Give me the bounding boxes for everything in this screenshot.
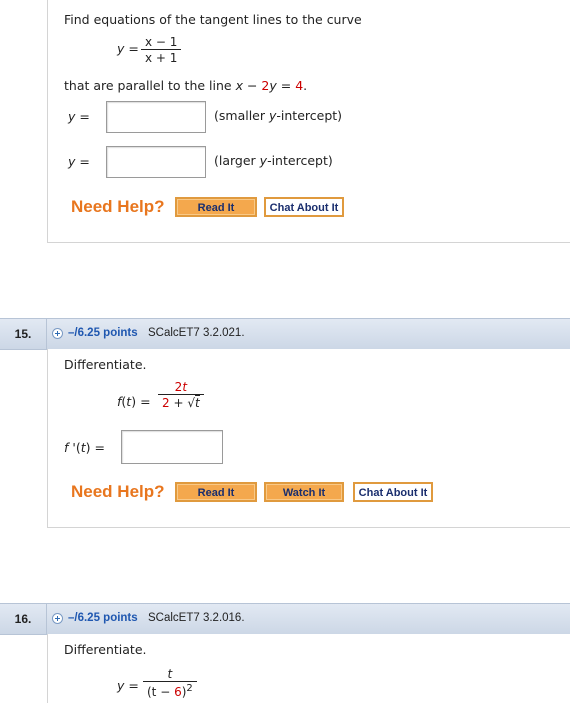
q15-points: –/6.25 points (68, 327, 138, 339)
q14-answer1-input[interactable] (106, 101, 206, 133)
q14-prompt: Find equations of the tangent lines to t… (64, 12, 362, 27)
q14-parallel-line: that are parallel to the line x − 2y = 4… (64, 78, 308, 93)
q14-need-help: Need Help? (71, 197, 165, 216)
expand-plus-icon[interactable] (52, 613, 63, 624)
q15-func-denominator: 2 + √t (158, 394, 204, 410)
q15-func-lhs: f(t) = (117, 394, 151, 409)
q16-func-fraction: t (t − 6)2 (143, 667, 197, 699)
q16-course-code: SCalcET7 3.2.016. (148, 612, 245, 624)
q15-answer-label: f '(t) = (64, 440, 105, 455)
q16-number: 16. (0, 604, 47, 634)
expand-plus-icon[interactable] (52, 328, 63, 339)
q15-prompt: Differentiate. (64, 357, 147, 372)
question-16-header: 16. –/6.25 points SCalcET7 3.2.016. (0, 603, 570, 635)
q15-func-numerator: 2t (174, 380, 188, 394)
q14-answer2-note: (larger y-intercept) (214, 153, 333, 168)
q15-read-it-button[interactable]: Read It (175, 482, 257, 502)
q15-chat-about-it-button[interactable]: Chat About It (353, 482, 433, 502)
q15-watch-it-button[interactable]: Watch It (264, 482, 344, 502)
q16-prompt: Differentiate. (64, 642, 147, 657)
q14-curve-denominator: x + 1 (141, 49, 182, 65)
q16-func-denominator: (t − 6)2 (143, 681, 197, 699)
question-15-header: 15. –/6.25 points SCalcET7 3.2.021. (0, 318, 570, 350)
q15-answer-input[interactable] (121, 430, 223, 464)
q14-read-it-button[interactable]: Read It (175, 197, 257, 217)
q15-need-help: Need Help? (71, 482, 165, 501)
sqrt-symbol-icon: √ (187, 396, 195, 410)
q16-func-lhs: y = (117, 678, 139, 693)
q14-curve-numerator: x − 1 (145, 35, 178, 49)
q16-func-numerator: t (167, 667, 173, 681)
q16-points: –/6.25 points (68, 612, 138, 624)
q14-answer1-note: (smaller y-intercept) (214, 108, 343, 123)
q14-curve-fraction: x − 1 x + 1 (141, 35, 182, 65)
q15-number: 15. (0, 319, 47, 349)
q15-func-fraction: 2t 2 + √t (158, 380, 204, 410)
q15-course-code: SCalcET7 3.2.021. (148, 327, 245, 339)
q14-answer1-label: y = (68, 109, 90, 124)
q14-chat-about-it-button[interactable]: Chat About It (264, 197, 344, 217)
q14-answer2-input[interactable] (106, 146, 206, 178)
q14-answer2-label: y = (68, 154, 90, 169)
q14-curve-lhs: y = (117, 41, 139, 56)
